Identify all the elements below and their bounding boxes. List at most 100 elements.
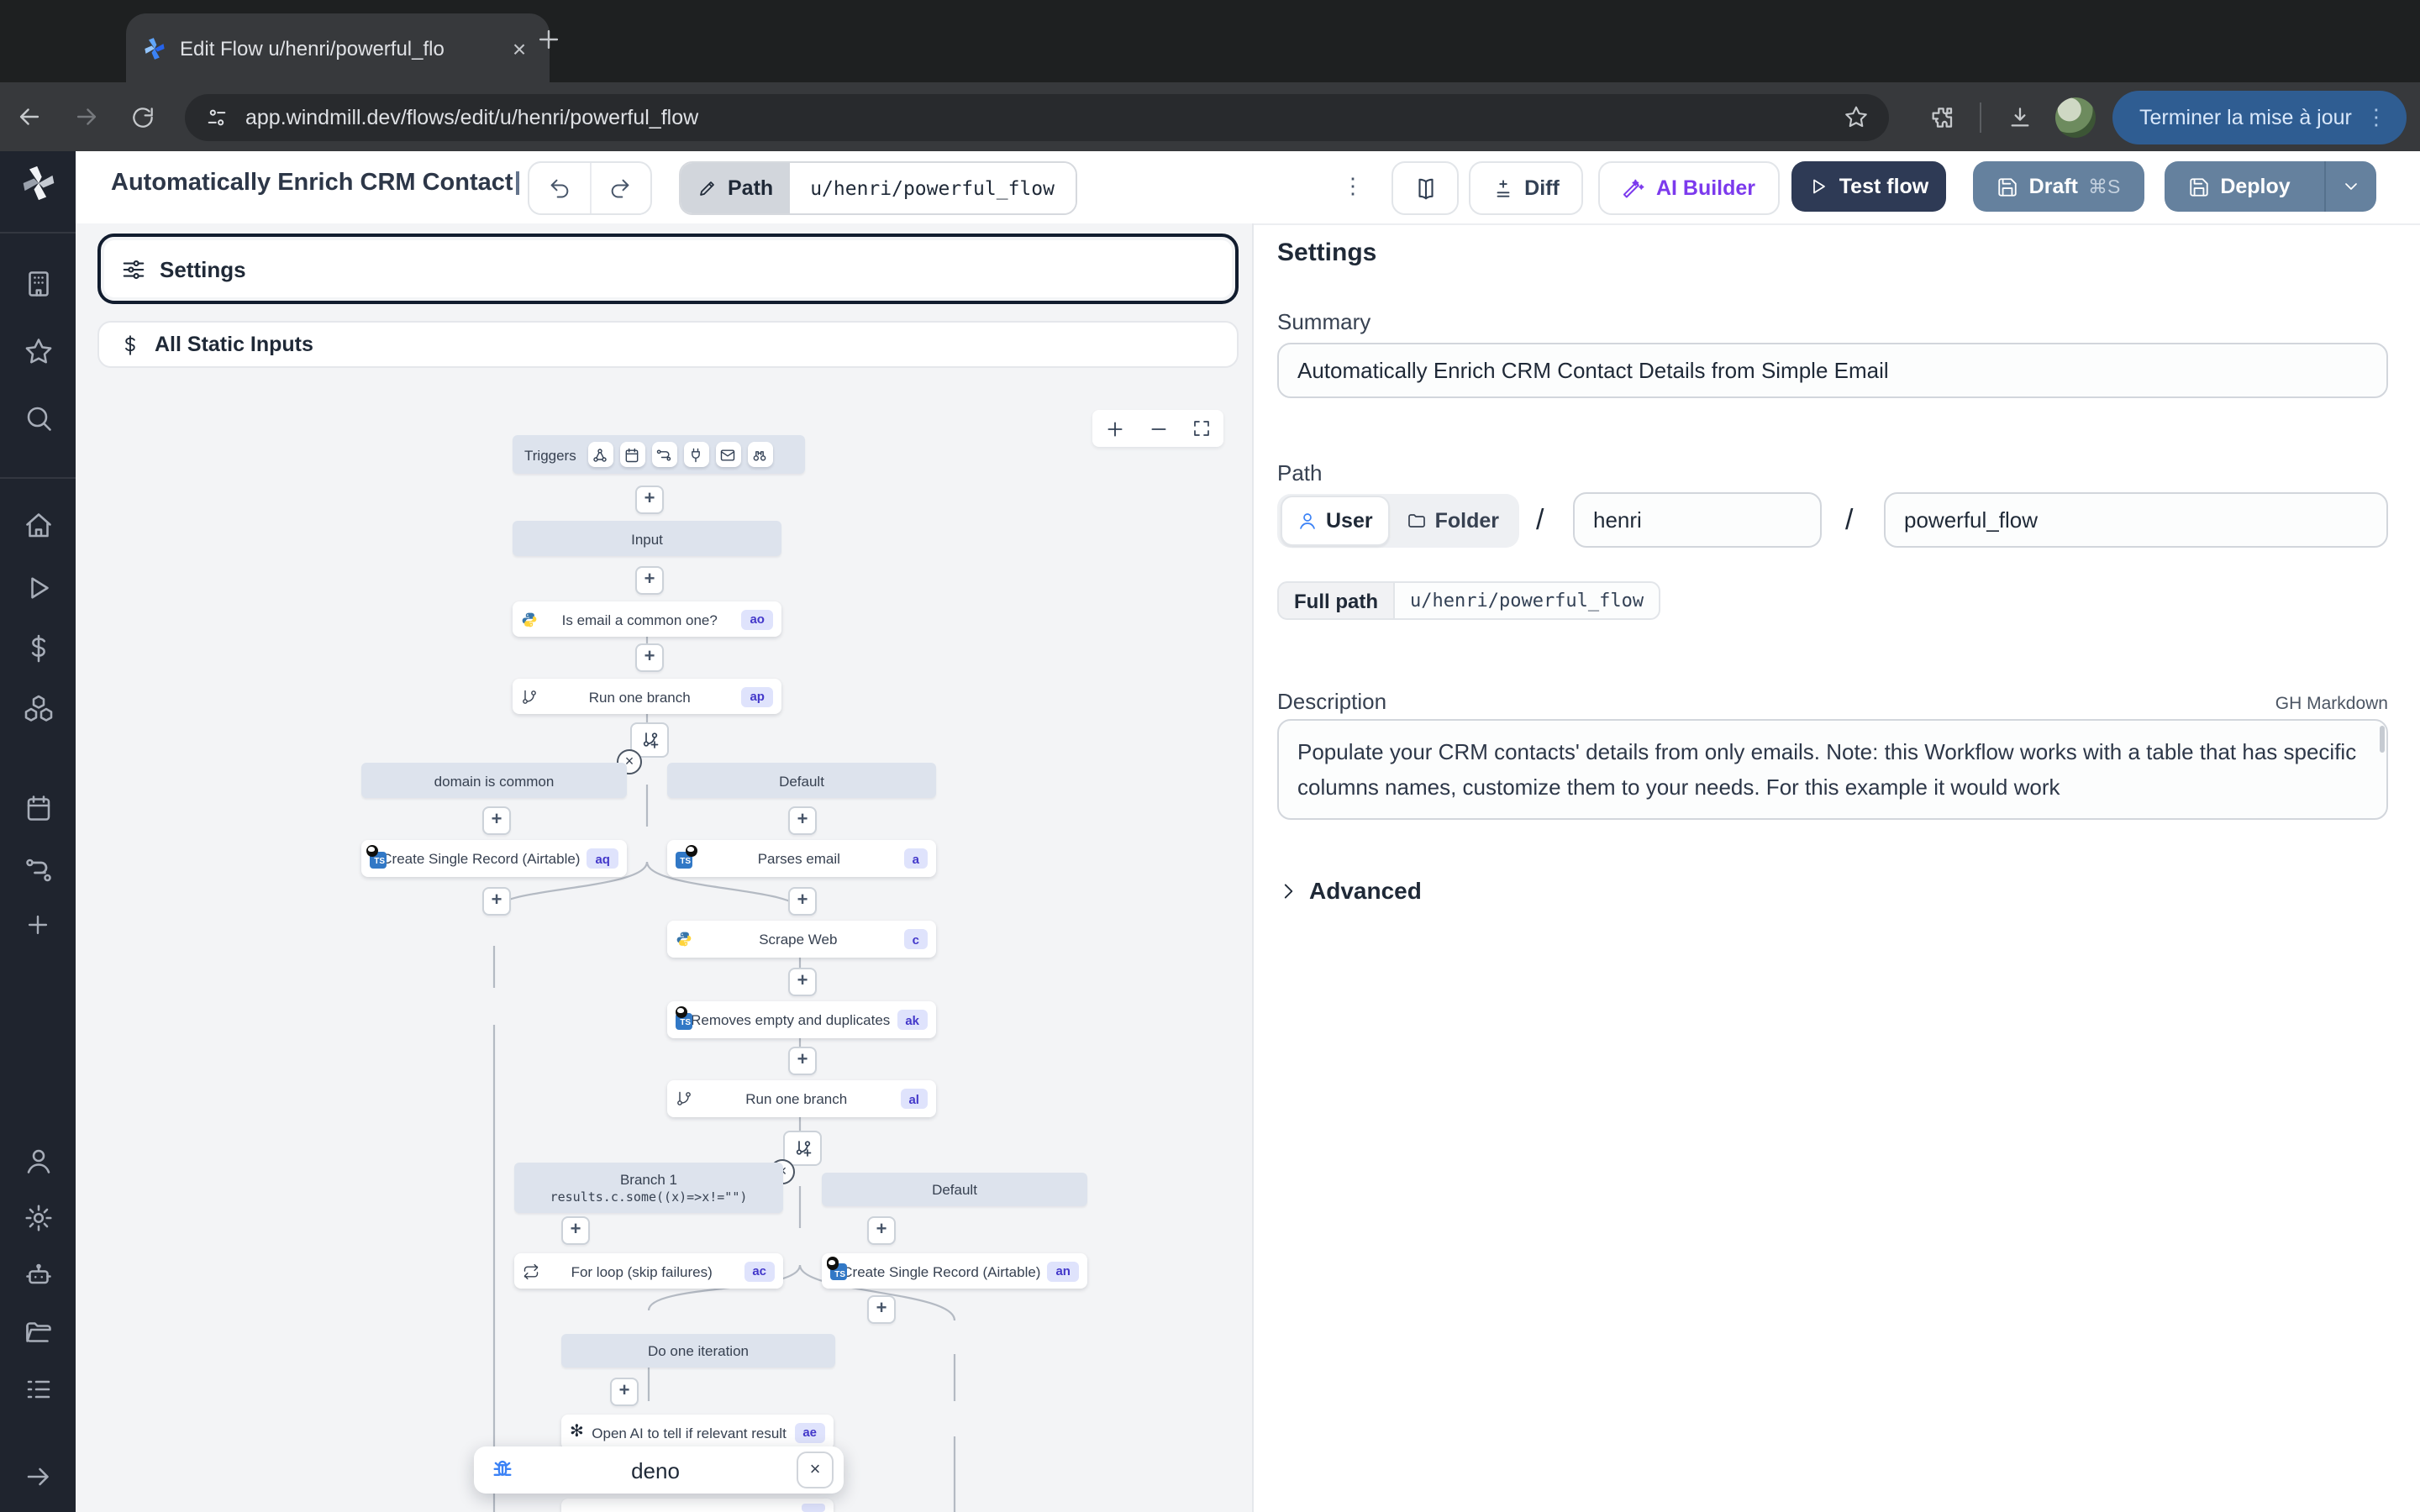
step-node-ap[interactable]: Run one branch ap — [513, 679, 781, 714]
language-popup[interactable]: deno × — [474, 1446, 844, 1494]
windmill-logo[interactable] — [0, 165, 76, 202]
zoom-out-icon[interactable] — [1148, 417, 1170, 439]
step-node-an[interactable]: TS Create Single Record (Airtable) an — [822, 1253, 1087, 1289]
path-control[interactable]: Path u/henri/powerful_flow — [679, 161, 1076, 215]
sidebar-item-folders[interactable] — [0, 1317, 76, 1347]
site-info-icon[interactable] — [205, 105, 229, 129]
folder-toggle-label: Folder — [1435, 509, 1499, 533]
user-toggle[interactable]: User — [1281, 496, 1390, 546]
add-step-connector[interactable]: + — [482, 806, 511, 835]
sidebar-collapse-icon[interactable] — [0, 1462, 76, 1492]
more-options-icon[interactable]: ⋮ — [1331, 161, 1375, 212]
settings-tab-card[interactable]: Settings — [97, 234, 1239, 304]
flow-title[interactable]: Automatically Enrich CRM Contact — [111, 170, 519, 197]
kafka-trigger-icon[interactable] — [684, 442, 709, 467]
step-node-a[interactable]: TS Parses email a — [667, 840, 936, 877]
sidebar-item-logs[interactable] — [0, 1374, 76, 1404]
triggers-node[interactable]: Triggers — [513, 435, 805, 474]
description-textarea[interactable]: Populate your CRM contacts' details from… — [1277, 719, 2388, 820]
add-step-connector[interactable]: + — [482, 887, 511, 916]
step-node-al[interactable]: Run one branch al — [667, 1080, 936, 1117]
profile-avatar[interactable] — [2055, 97, 2096, 137]
docs-button[interactable] — [1392, 161, 1459, 215]
forward-icon[interactable] — [57, 102, 114, 131]
sidebar-item-variables[interactable] — [0, 633, 76, 664]
deploy-button[interactable]: Deploy — [2165, 161, 2376, 212]
address-bar[interactable]: app.windmill.dev/flows/edit/u/henri/powe… — [185, 93, 1889, 140]
deploy-main[interactable]: Deploy — [2165, 175, 2314, 198]
add-step-connector[interactable]: + — [561, 1216, 590, 1245]
add-step-connector[interactable]: + — [635, 566, 664, 595]
branch-default-node[interactable]: Default — [667, 763, 936, 798]
watch-trigger-icon[interactable] — [748, 442, 773, 467]
tab-close-icon[interactable]: × — [506, 34, 533, 61]
step-node-ak[interactable]: TS Removes empty and duplicates ak — [667, 1001, 936, 1038]
download-icon[interactable] — [1991, 103, 2049, 130]
add-step-connector[interactable]: + — [788, 806, 817, 835]
route-trigger-icon[interactable] — [652, 442, 677, 467]
webhook-trigger-icon[interactable] — [588, 442, 613, 467]
branch-domain-node[interactable]: domain is common — [361, 763, 627, 798]
schedule-trigger-icon[interactable] — [620, 442, 645, 467]
branch-default-2-node[interactable]: Default — [822, 1173, 1087, 1206]
ai-builder-button[interactable]: AI Builder — [1598, 161, 1780, 215]
sidebar-item-workspace[interactable] — [0, 269, 76, 299]
step-node-ao[interactable]: Is email a common one? ao — [513, 601, 781, 637]
reload-icon[interactable] — [114, 103, 171, 130]
static-inputs-card[interactable]: All Static Inputs — [97, 321, 1239, 368]
path-user-input[interactable]: henri — [1573, 492, 1822, 548]
step-node-c[interactable]: Scrape Web c — [667, 921, 936, 958]
browser-tab[interactable]: Edit Flow u/henri/powerful_flo × — [126, 13, 550, 82]
sidebar-item-users[interactable] — [0, 1146, 76, 1176]
sidebar-item-search[interactable] — [0, 403, 76, 433]
chrome-menu-icon[interactable]: ⋮ — [2365, 103, 2387, 130]
path-edit-segment[interactable]: Path — [681, 163, 790, 213]
add-step-connector[interactable]: + — [635, 486, 664, 514]
step-node-ae[interactable]: ✻ Open AI to tell if relevant result ae — [561, 1415, 834, 1450]
sidebar-item-routes[interactable] — [0, 855, 76, 885]
back-icon[interactable] — [0, 102, 57, 131]
zoom-in-icon[interactable] — [1103, 417, 1125, 439]
summary-input[interactable]: Automatically Enrich CRM Contact Details… — [1277, 343, 2388, 398]
sidebar-item-favorites[interactable] — [0, 336, 76, 366]
folder-toggle[interactable]: Folder — [1390, 497, 1516, 544]
new-tab-button[interactable] — [534, 25, 563, 54]
bookmark-star-icon[interactable] — [1844, 104, 1869, 129]
step-node-ac[interactable]: For loop (skip failures) ac — [514, 1253, 783, 1289]
sidebar-item-add[interactable] — [0, 911, 76, 939]
step-node-partial[interactable] — [561, 1499, 834, 1512]
path-name-input[interactable]: powerful_flow — [1884, 492, 2388, 548]
redo-button[interactable] — [591, 163, 650, 213]
undo-button[interactable] — [529, 163, 591, 213]
add-step-connector[interactable]: + — [788, 887, 817, 916]
extensions-icon[interactable] — [1912, 103, 1970, 130]
test-flow-button[interactable]: Test flow — [1791, 161, 1946, 212]
popup-close-icon[interactable]: × — [797, 1452, 834, 1488]
fit-view-icon[interactable] — [1192, 418, 1213, 438]
branch-1-node[interactable]: Branch 1 results.c.some((x)=>x!="") — [514, 1163, 783, 1213]
add-step-connector[interactable]: + — [867, 1216, 896, 1245]
add-step-connector[interactable]: + — [788, 968, 817, 996]
diff-button[interactable]: Diff — [1469, 161, 1583, 215]
add-step-connector[interactable]: + — [867, 1295, 896, 1324]
do-one-iteration-node[interactable]: Do one iteration — [561, 1334, 835, 1368]
add-step-connector[interactable]: + — [610, 1378, 639, 1406]
email-trigger-icon[interactable] — [716, 442, 741, 467]
input-node[interactable]: Input — [513, 521, 781, 556]
sidebar-item-resources[interactable] — [0, 694, 76, 724]
update-chrome-button[interactable]: Terminer la mise à jour ⋮ — [2112, 90, 2407, 144]
deploy-dropdown[interactable] — [2324, 161, 2376, 212]
step-node-aq[interactable]: TS Create Single Record (Airtable) aq — [361, 840, 627, 877]
sidebar-item-schedules[interactable] — [0, 793, 76, 823]
sidebar-item-runs[interactable] — [0, 573, 76, 603]
add-step-connector[interactable]: + — [635, 643, 664, 672]
draft-button[interactable]: Draft ⌘S — [1973, 161, 2144, 212]
sidebar-item-settings[interactable] — [0, 1203, 76, 1233]
add-step-connector[interactable]: + — [788, 1047, 817, 1075]
path-value[interactable]: u/henri/powerful_flow — [790, 163, 1075, 213]
sidebar-item-workers[interactable] — [0, 1260, 76, 1290]
advanced-section-toggle[interactable]: Advanced — [1277, 877, 1422, 904]
summary-label: Summary — [1277, 309, 1370, 334]
description-scrollbar[interactable] — [2380, 726, 2385, 753]
sidebar-item-home[interactable] — [0, 511, 76, 541]
